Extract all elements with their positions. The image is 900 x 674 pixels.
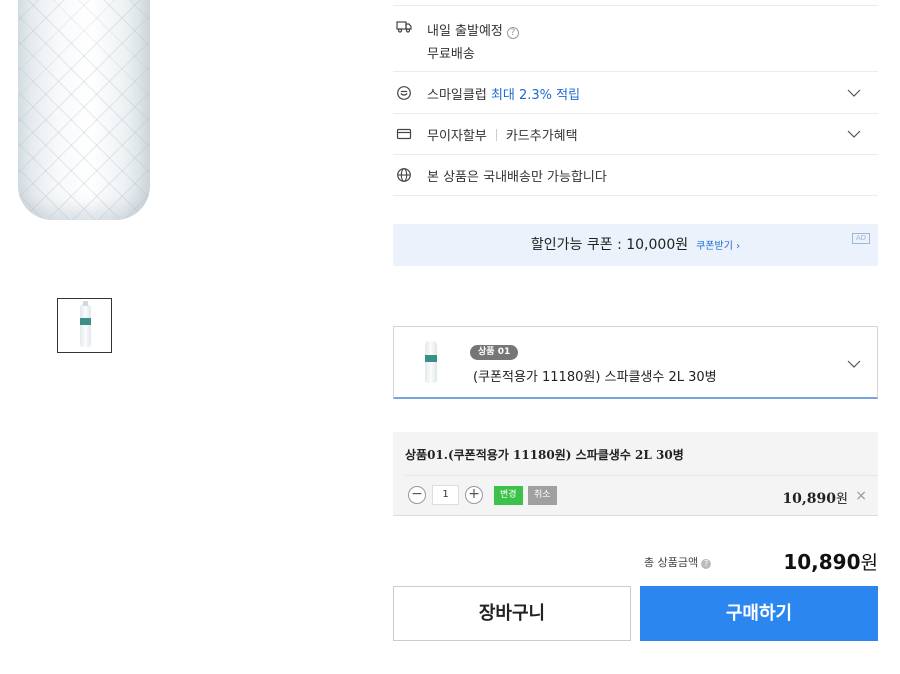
globe-icon — [397, 168, 411, 182]
smile-icon — [397, 86, 411, 100]
total-amount: 10,890원 — [783, 550, 878, 574]
chevron-down-icon[interactable] — [847, 86, 861, 100]
free-shipping: 무료배송 — [427, 47, 475, 62]
selected-option: 상품01.(쿠폰적용가 11180원) 스파클생수 2L 30병 − 1 + 변… — [393, 432, 878, 516]
remove-option-button[interactable]: × — [855, 488, 867, 504]
buy-now-button[interactable]: 구매하기 — [640, 586, 878, 641]
coupon-banner[interactable]: 할인가능 쿠폰 : 10,000원 쿠폰받기 › AD — [393, 224, 878, 266]
selected-option-title: 상품01.(쿠폰적용가 11180원) 스파클생수 2L 30병 — [405, 448, 684, 462]
truck-icon — [396, 21, 412, 33]
change-button[interactable]: 변경 — [494, 486, 523, 505]
ad-badge: AD — [851, 233, 870, 244]
smile-club-text: 스마일클럽 최대 2.3% 적립 — [427, 88, 581, 103]
total-label: 총 상품금액? — [644, 554, 712, 570]
decrease-quantity-button[interactable]: − — [408, 486, 426, 504]
delivery-date: 내일 출발예정? — [427, 20, 519, 39]
delivery-row: 내일 출발예정? 무료배송 — [393, 5, 878, 72]
option-select[interactable]: 상품 01 (쿠폰적용가 11180원) 스파클생수 2L 30병 — [393, 326, 878, 399]
option-name: (쿠폰적용가 11180원) 스파클생수 2L 30병 — [473, 370, 717, 385]
smile-club-row[interactable]: 스마일클럽 최대 2.3% 적립 — [393, 72, 878, 114]
domestic-text: 본 상품은 국내배송만 가능합니다 — [427, 170, 607, 185]
increase-quantity-button[interactable]: + — [465, 486, 483, 504]
get-coupon-link[interactable]: 쿠폰받기 › — [696, 241, 740, 252]
card-icon — [396, 128, 412, 140]
product-thumbnail[interactable] — [57, 298, 112, 353]
chevron-down-icon[interactable] — [847, 357, 861, 371]
domestic-shipping-row: 본 상품은 국내배송만 가능합니다 — [393, 155, 878, 196]
product-main-image — [0, 0, 160, 222]
installment-text: 무이자할부 카드추가혜택 — [427, 129, 578, 144]
quantity-input[interactable]: 1 — [432, 485, 459, 505]
option-badge: 상품 01 — [470, 345, 519, 360]
installment-row[interactable]: 무이자할부 카드추가혜택 — [393, 114, 878, 155]
coupon-text: 할인가능 쿠폰 : 10,000원 — [530, 237, 689, 253]
cancel-button[interactable]: 취소 — [528, 486, 557, 505]
total-price: 총 상품금액? 10,890원 — [393, 548, 878, 574]
chevron-down-icon[interactable] — [847, 127, 861, 141]
help-icon[interactable]: ? — [506, 27, 519, 39]
option-price: 10,890원 — [782, 491, 848, 507]
add-to-cart-button[interactable]: 장바구니 — [393, 586, 631, 641]
option-thumbnail — [425, 341, 437, 383]
info-icon[interactable]: ? — [701, 559, 712, 569]
